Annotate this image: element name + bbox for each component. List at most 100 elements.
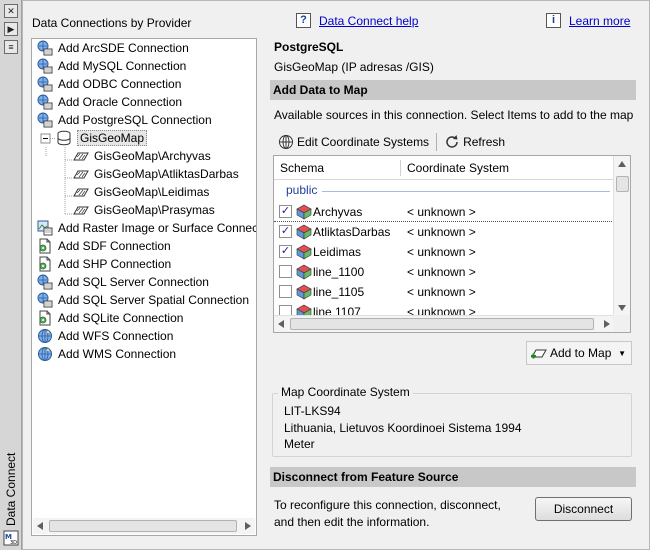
tree-item-label: GisGeoMap\Prasymas: [94, 203, 215, 217]
map-3d-icon: M 3D: [3, 530, 19, 546]
autohide-icon[interactable]: ▶: [4, 22, 18, 36]
tree-item[interactable]: Add MySQL Connection: [37, 57, 186, 75]
chevron-down-icon[interactable]: ▼: [618, 349, 626, 358]
tree-item-label: Add SHP Connection: [58, 257, 172, 271]
globe-grid-icon: [279, 135, 293, 149]
row-checkbox[interactable]: ✓: [279, 245, 292, 258]
globe-db-icon: [37, 40, 53, 56]
add-to-map-icon: [531, 349, 547, 359]
cs-cell[interactable]: < unknown >: [407, 245, 476, 259]
row-checkbox[interactable]: ✓: [279, 225, 292, 238]
schema-column-header[interactable]: Schema: [274, 156, 324, 180]
tree-item[interactable]: Add ODBC Connection: [37, 75, 181, 93]
properties-icon[interactable]: ≡: [4, 40, 18, 54]
refresh-label: Refresh: [463, 135, 506, 149]
connections-tree: Add ArcSDE Connection Add MySQL Connectio…: [31, 38, 257, 536]
tree-item[interactable]: Add SDF Connection: [37, 237, 171, 255]
grid-vscroll-thumb[interactable]: [616, 176, 629, 192]
add-data-description: Available sources in this connection. Se…: [274, 108, 634, 122]
row-checkbox[interactable]: [279, 265, 292, 278]
table-row[interactable]: line_1105 < unknown >: [274, 282, 614, 302]
tree-item-label: Add ArcSDE Connection: [58, 41, 189, 55]
learn-more-link[interactable]: Learn more: [569, 14, 630, 28]
layer-icon: [73, 148, 89, 164]
map-cs-legend: Map Coordinate System: [278, 385, 413, 399]
schema-cell: line_1105: [313, 285, 365, 299]
row-checkbox[interactable]: [279, 285, 292, 298]
scroll-left-icon[interactable]: [278, 320, 284, 328]
globe-db-icon: [37, 112, 53, 128]
data-connect-help-link[interactable]: Data Connect help: [319, 14, 418, 28]
table-row[interactable]: ✓ AtliktasDarbas < unknown >: [274, 222, 614, 242]
tree-item[interactable]: GisGeoMap\Archyvas: [73, 147, 211, 165]
tree-item[interactable]: Add PostgreSQL Connection: [37, 111, 212, 129]
globe-icon: [37, 346, 53, 362]
scroll-up-icon[interactable]: [618, 161, 626, 167]
toolbar-separator: [436, 133, 438, 151]
table-row[interactable]: ✓ Leidimas < unknown >: [274, 242, 614, 262]
map-cs-description: Lithuania, Lietuvos Koordinoei Sistema 1…: [284, 421, 522, 435]
tree-item-label: GisGeoMap\Leidimas: [94, 185, 210, 199]
add-to-map-button[interactable]: Add to Map ▼: [526, 341, 632, 365]
disconnect-text: To reconfigure this connection, disconne…: [274, 497, 501, 531]
tree-hscrollbar[interactable]: [33, 518, 255, 534]
tree-item[interactable]: Add Raster Image or Surface Connection: [37, 219, 257, 237]
table-row[interactable]: ✓ Archyvas < unknown >: [274, 202, 614, 222]
connection-title: PostgreSQL: [274, 40, 344, 54]
row-checkbox[interactable]: ✓: [279, 205, 292, 218]
edit-coordinate-systems-button[interactable]: Edit Coordinate Systems: [274, 132, 433, 152]
cs-cell[interactable]: < unknown >: [407, 225, 476, 239]
layer-icon: [73, 166, 89, 182]
tree-item[interactable]: Add WFS Connection: [37, 327, 173, 345]
tree-item[interactable]: Add SQLite Connection: [37, 309, 183, 327]
map-cs-unit: Meter: [284, 437, 315, 451]
globe-db-icon: [37, 76, 53, 92]
tree-item-label: GisGeoMap: [77, 130, 148, 146]
disconnect-text-line2: and then edit the information.: [274, 515, 430, 529]
tree-item[interactable]: Add Oracle Connection: [37, 93, 182, 111]
cs-cell[interactable]: < unknown >: [407, 205, 476, 219]
tree-item[interactable]: Add SHP Connection: [37, 255, 171, 273]
group-divider: [322, 191, 610, 192]
grid-vscrollbar[interactable]: [613, 156, 630, 316]
tree-item-label: Add Oracle Connection: [58, 95, 183, 109]
info-icon[interactable]: i: [546, 13, 561, 28]
feature-class-icon: [296, 264, 312, 280]
cs-cell[interactable]: < unknown >: [407, 285, 476, 299]
table-row[interactable]: line_1100 < unknown >: [274, 262, 614, 282]
disconnect-button[interactable]: Disconnect: [535, 497, 632, 521]
group-row-public[interactable]: public: [274, 182, 614, 200]
add-data-toolbar: Edit Coordinate Systems Refresh: [274, 131, 509, 153]
tree-item[interactable]: GisGeoMap\AtliktasDarbas: [73, 165, 239, 183]
database-icon: [56, 130, 72, 146]
tree-item[interactable]: GisGeoMap\Leidimas: [73, 183, 209, 201]
tree-item-label: Add SQL Server Spatial Connection: [58, 293, 249, 307]
feature-class-icon: [296, 284, 312, 300]
tree-hscroll-thumb[interactable]: [49, 520, 237, 532]
tree-item[interactable]: Add ArcSDE Connection: [37, 39, 189, 57]
cs-column-header[interactable]: Coordinate System: [401, 156, 509, 180]
refresh-button[interactable]: Refresh: [440, 132, 509, 152]
layer-icon: [73, 202, 89, 218]
tree-item[interactable]: GisGeoMap: [56, 129, 148, 147]
close-icon[interactable]: ✕: [4, 4, 18, 18]
grid-hscroll-thumb[interactable]: [290, 318, 594, 330]
grid-hscrollbar[interactable]: [274, 315, 614, 332]
tree-item[interactable]: Add SQL Server Connection: [37, 273, 209, 291]
cs-cell[interactable]: < unknown >: [407, 265, 476, 279]
tree-item[interactable]: Add WMS Connection: [37, 345, 176, 363]
tree-item[interactable]: Add SQL Server Spatial Connection: [37, 291, 249, 309]
scroll-down-icon[interactable]: [618, 305, 626, 311]
scroll-left-icon[interactable]: [37, 522, 43, 530]
tree-item-label: Add MySQL Connection: [58, 59, 187, 73]
svg-text:3D: 3D: [10, 540, 17, 546]
scroll-right-icon[interactable]: [604, 320, 610, 328]
palette-strip: ✕ ▶ ≡ Data Connect M 3D: [0, 0, 22, 550]
disconnect-header: Disconnect from Feature Source: [270, 467, 636, 487]
scroll-right-icon[interactable]: [245, 522, 251, 530]
schema-cell: Leidimas: [313, 245, 362, 259]
tree-item-label: Add ODBC Connection: [58, 77, 182, 91]
tree-item[interactable]: GisGeoMap\Prasymas: [73, 201, 215, 219]
help-icon[interactable]: ?: [296, 13, 311, 28]
tree-item-label: Add Raster Image or Surface Connection: [58, 221, 257, 235]
